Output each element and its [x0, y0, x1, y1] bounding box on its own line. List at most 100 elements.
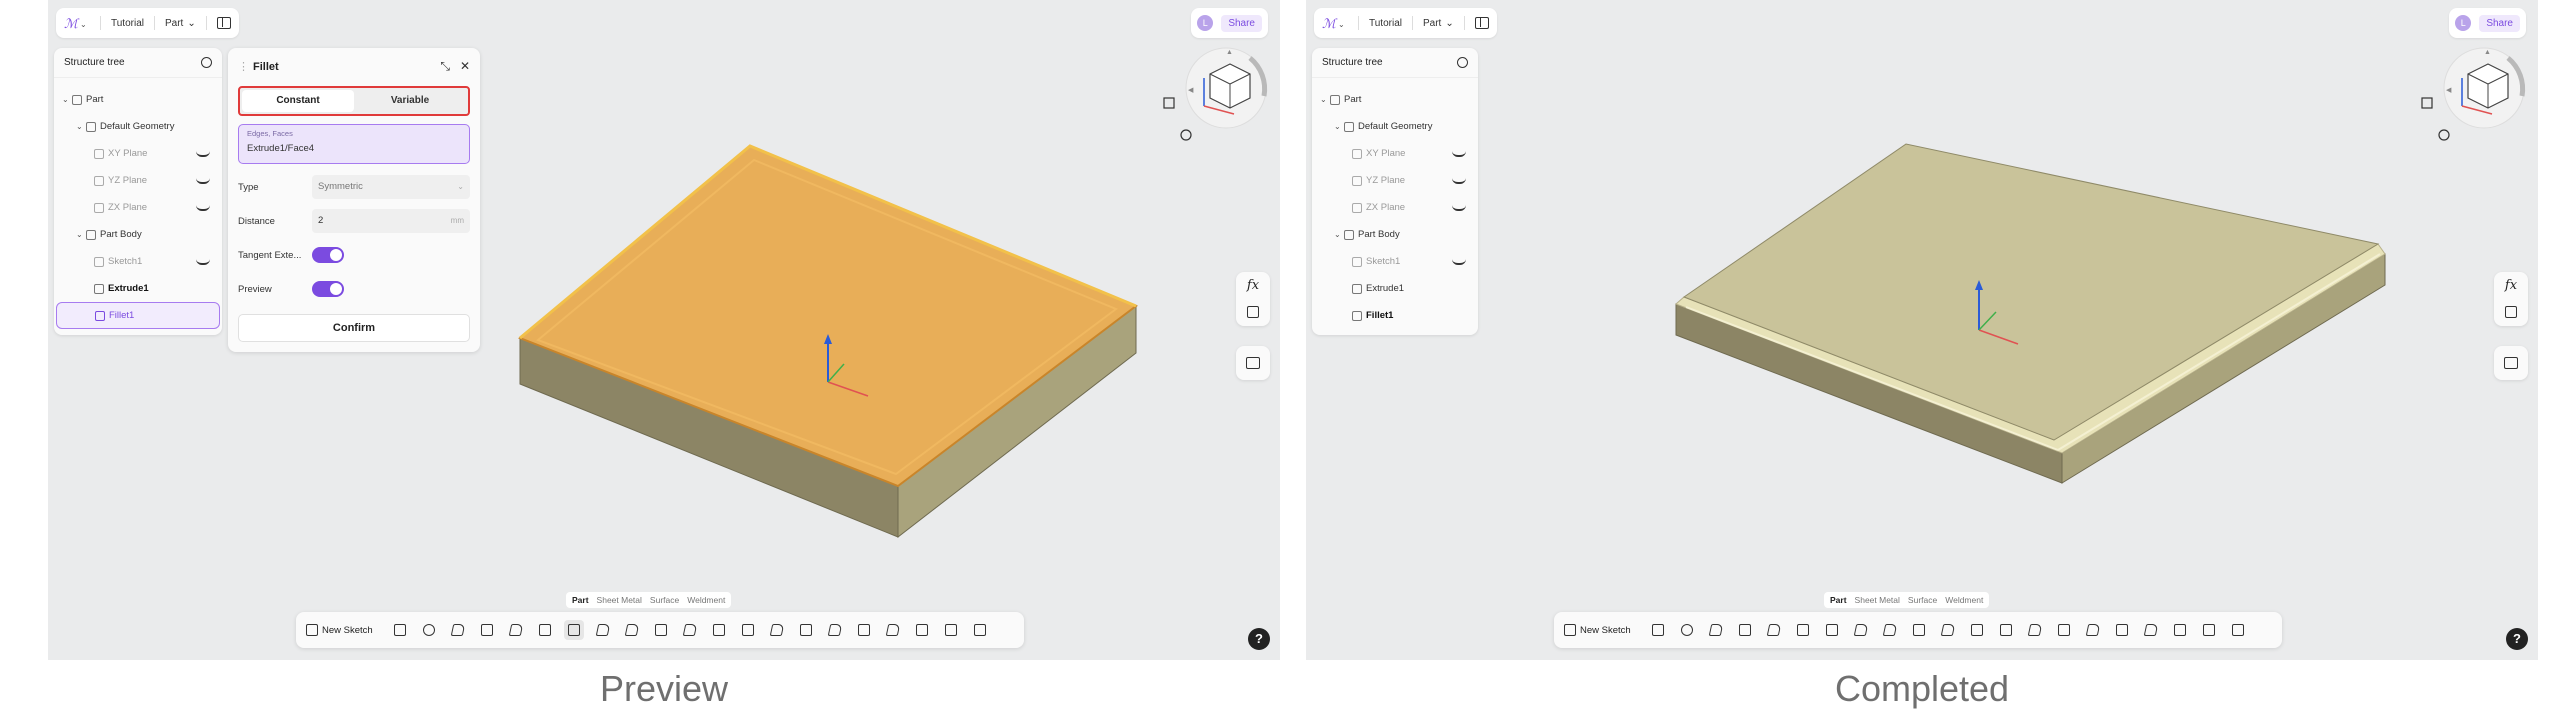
eye-closed-icon[interactable]: [196, 151, 210, 157]
project-name[interactable]: Tutorial: [1369, 18, 1402, 29]
shell-tool-icon[interactable]: [651, 620, 671, 640]
tree-item-yz-plane[interactable]: YZ Plane: [54, 167, 222, 194]
pattern-tool-icon[interactable]: [1967, 620, 1987, 640]
split-tool-icon[interactable]: [796, 620, 816, 640]
search-icon[interactable]: [201, 57, 212, 68]
extrude-tool-icon[interactable]: [1648, 620, 1668, 640]
share-button[interactable]: Share: [1221, 14, 1262, 32]
chevron-down-icon[interactable]: ⌄: [1334, 122, 1342, 131]
tree-item-part[interactable]: ⌄ Part: [1312, 86, 1478, 113]
tab-surface[interactable]: Surface: [1905, 594, 1940, 606]
app-logo-icon[interactable]: ℳ ⌄: [64, 14, 90, 32]
loft-tool-icon[interactable]: [1735, 620, 1755, 640]
help-button[interactable]: ?: [1248, 628, 1270, 650]
side-panel-button[interactable]: [1236, 346, 1270, 380]
replace-face-icon[interactable]: [2141, 620, 2161, 640]
tree-item-zx-plane[interactable]: ZX Plane: [54, 194, 222, 221]
fillet-tool-icon[interactable]: [563, 620, 584, 640]
measure-tool-icon[interactable]: [970, 620, 990, 640]
tab-variable[interactable]: Variable: [354, 90, 466, 112]
draft-tool-icon[interactable]: [622, 620, 642, 640]
revolve-tool-icon[interactable]: [1677, 620, 1697, 640]
sweep-tool-icon[interactable]: [448, 620, 468, 640]
offset-face-icon[interactable]: [2199, 620, 2219, 640]
tree-item-fillet1[interactable]: Fillet1: [56, 302, 220, 329]
viewport-preview[interactable]: ℳ ⌄ Tutorial Part ⌄ L Share Structure tree…: [48, 0, 1280, 660]
new-sketch-button[interactable]: New Sketch: [1564, 624, 1631, 636]
chevron-down-icon[interactable]: ⌄: [1334, 230, 1342, 239]
eye-closed-icon[interactable]: [196, 205, 210, 211]
delete-face-icon[interactable]: [912, 620, 932, 640]
tree-item-extrude1[interactable]: Extrude1: [1312, 275, 1478, 302]
new-sketch-button[interactable]: New Sketch: [306, 624, 373, 636]
tab-part[interactable]: Part: [1827, 594, 1850, 606]
revolve-tool-icon[interactable]: [419, 620, 439, 640]
checklist-icon[interactable]: [2505, 306, 2517, 318]
extrude-tool-icon[interactable]: [390, 620, 410, 640]
tab-weldment[interactable]: Weldment: [684, 594, 728, 606]
scale-tool-icon[interactable]: [2112, 620, 2132, 640]
tangent-toggle[interactable]: [312, 247, 344, 263]
tree-item-sketch1[interactable]: Sketch1: [1312, 248, 1478, 275]
tree-item-part-body[interactable]: ⌄ Part Body: [54, 221, 222, 248]
tab-surface[interactable]: Surface: [647, 594, 682, 606]
chamfer-tool-icon[interactable]: [593, 620, 613, 640]
mode-dropdown[interactable]: Part ⌄: [165, 18, 196, 29]
preview-toggle[interactable]: [312, 281, 344, 297]
scale-tool-icon[interactable]: [854, 620, 874, 640]
avatar[interactable]: L: [2455, 15, 2472, 31]
close-icon[interactable]: ✕: [460, 59, 470, 74]
rib-tool-icon[interactable]: [1764, 620, 1784, 640]
tree-item-part[interactable]: ⌄ Part: [54, 86, 222, 113]
share-button[interactable]: Share: [2479, 14, 2520, 32]
panel-toggle-icon[interactable]: [216, 17, 231, 29]
chevron-down-icon[interactable]: ⌄: [76, 230, 84, 239]
offset-face-icon[interactable]: [941, 620, 961, 640]
tab-sheet-metal[interactable]: Sheet Metal: [594, 594, 645, 606]
chamfer-tool-icon[interactable]: [1851, 620, 1871, 640]
chevron-down-icon[interactable]: ⌄: [76, 122, 84, 131]
chevron-down-icon[interactable]: ⌄: [62, 95, 70, 104]
tab-constant[interactable]: Constant: [242, 90, 354, 112]
search-icon[interactable]: [1457, 57, 1468, 68]
thicken-tool-icon[interactable]: [1938, 620, 1958, 640]
tab-part[interactable]: Part: [569, 594, 592, 606]
eye-closed-icon[interactable]: [1452, 205, 1466, 211]
tree-item-zx-plane[interactable]: ZX Plane: [1312, 194, 1478, 221]
shell-tool-icon[interactable]: [1909, 620, 1929, 640]
pin-icon[interactable]: ⤡: [440, 59, 450, 74]
viewport-completed[interactable]: ℳ ⌄ Tutorial Part ⌄ L Share Structure tree…: [1306, 0, 2538, 660]
draft-tool-icon[interactable]: [1880, 620, 1900, 640]
chevron-down-icon[interactable]: ⌄: [1320, 95, 1328, 104]
tree-item-extrude1[interactable]: Extrude1: [54, 275, 222, 302]
tree-item-default-geometry[interactable]: ⌄ Default Geometry: [1312, 113, 1478, 140]
eye-closed-icon[interactable]: [196, 259, 210, 265]
tree-item-fillet1[interactable]: Fillet1: [1312, 302, 1478, 329]
tree-item-default-geometry[interactable]: ⌄ Default Geometry: [54, 113, 222, 140]
measure-tool-icon[interactable]: [2228, 620, 2248, 640]
mode-dropdown[interactable]: Part ⌄: [1423, 18, 1454, 29]
split-tool-icon[interactable]: [2054, 620, 2074, 640]
tab-sheet-metal[interactable]: Sheet Metal: [1852, 594, 1903, 606]
tree-item-yz-plane[interactable]: YZ Plane: [1312, 167, 1478, 194]
confirm-button[interactable]: Confirm: [238, 314, 470, 342]
drag-handle-icon[interactable]: ⋮: [238, 61, 249, 73]
eye-closed-icon[interactable]: [196, 178, 210, 184]
formula-button[interactable]: fx: [2505, 276, 2517, 296]
sweep-tool-icon[interactable]: [1706, 620, 1726, 640]
tree-item-xy-plane[interactable]: XY Plane: [1312, 140, 1478, 167]
mirror-tool-icon[interactable]: [738, 620, 758, 640]
pattern-tool-icon[interactable]: [709, 620, 729, 640]
view-cube[interactable]: ▲ ◀: [2418, 40, 2528, 160]
tree-item-part-body[interactable]: ⌄ Part Body: [1312, 221, 1478, 248]
eye-closed-icon[interactable]: [1452, 178, 1466, 184]
avatar[interactable]: L: [1197, 15, 1214, 31]
thicken-tool-icon[interactable]: [680, 620, 700, 640]
fillet-tool-icon[interactable]: [1822, 620, 1842, 640]
formula-button[interactable]: fx: [1247, 276, 1259, 296]
replace-face-icon[interactable]: [883, 620, 903, 640]
project-name[interactable]: Tutorial: [111, 18, 144, 29]
move-tool-icon[interactable]: [825, 620, 845, 640]
help-button[interactable]: ?: [2506, 628, 2528, 650]
tab-weldment[interactable]: Weldment: [1942, 594, 1986, 606]
